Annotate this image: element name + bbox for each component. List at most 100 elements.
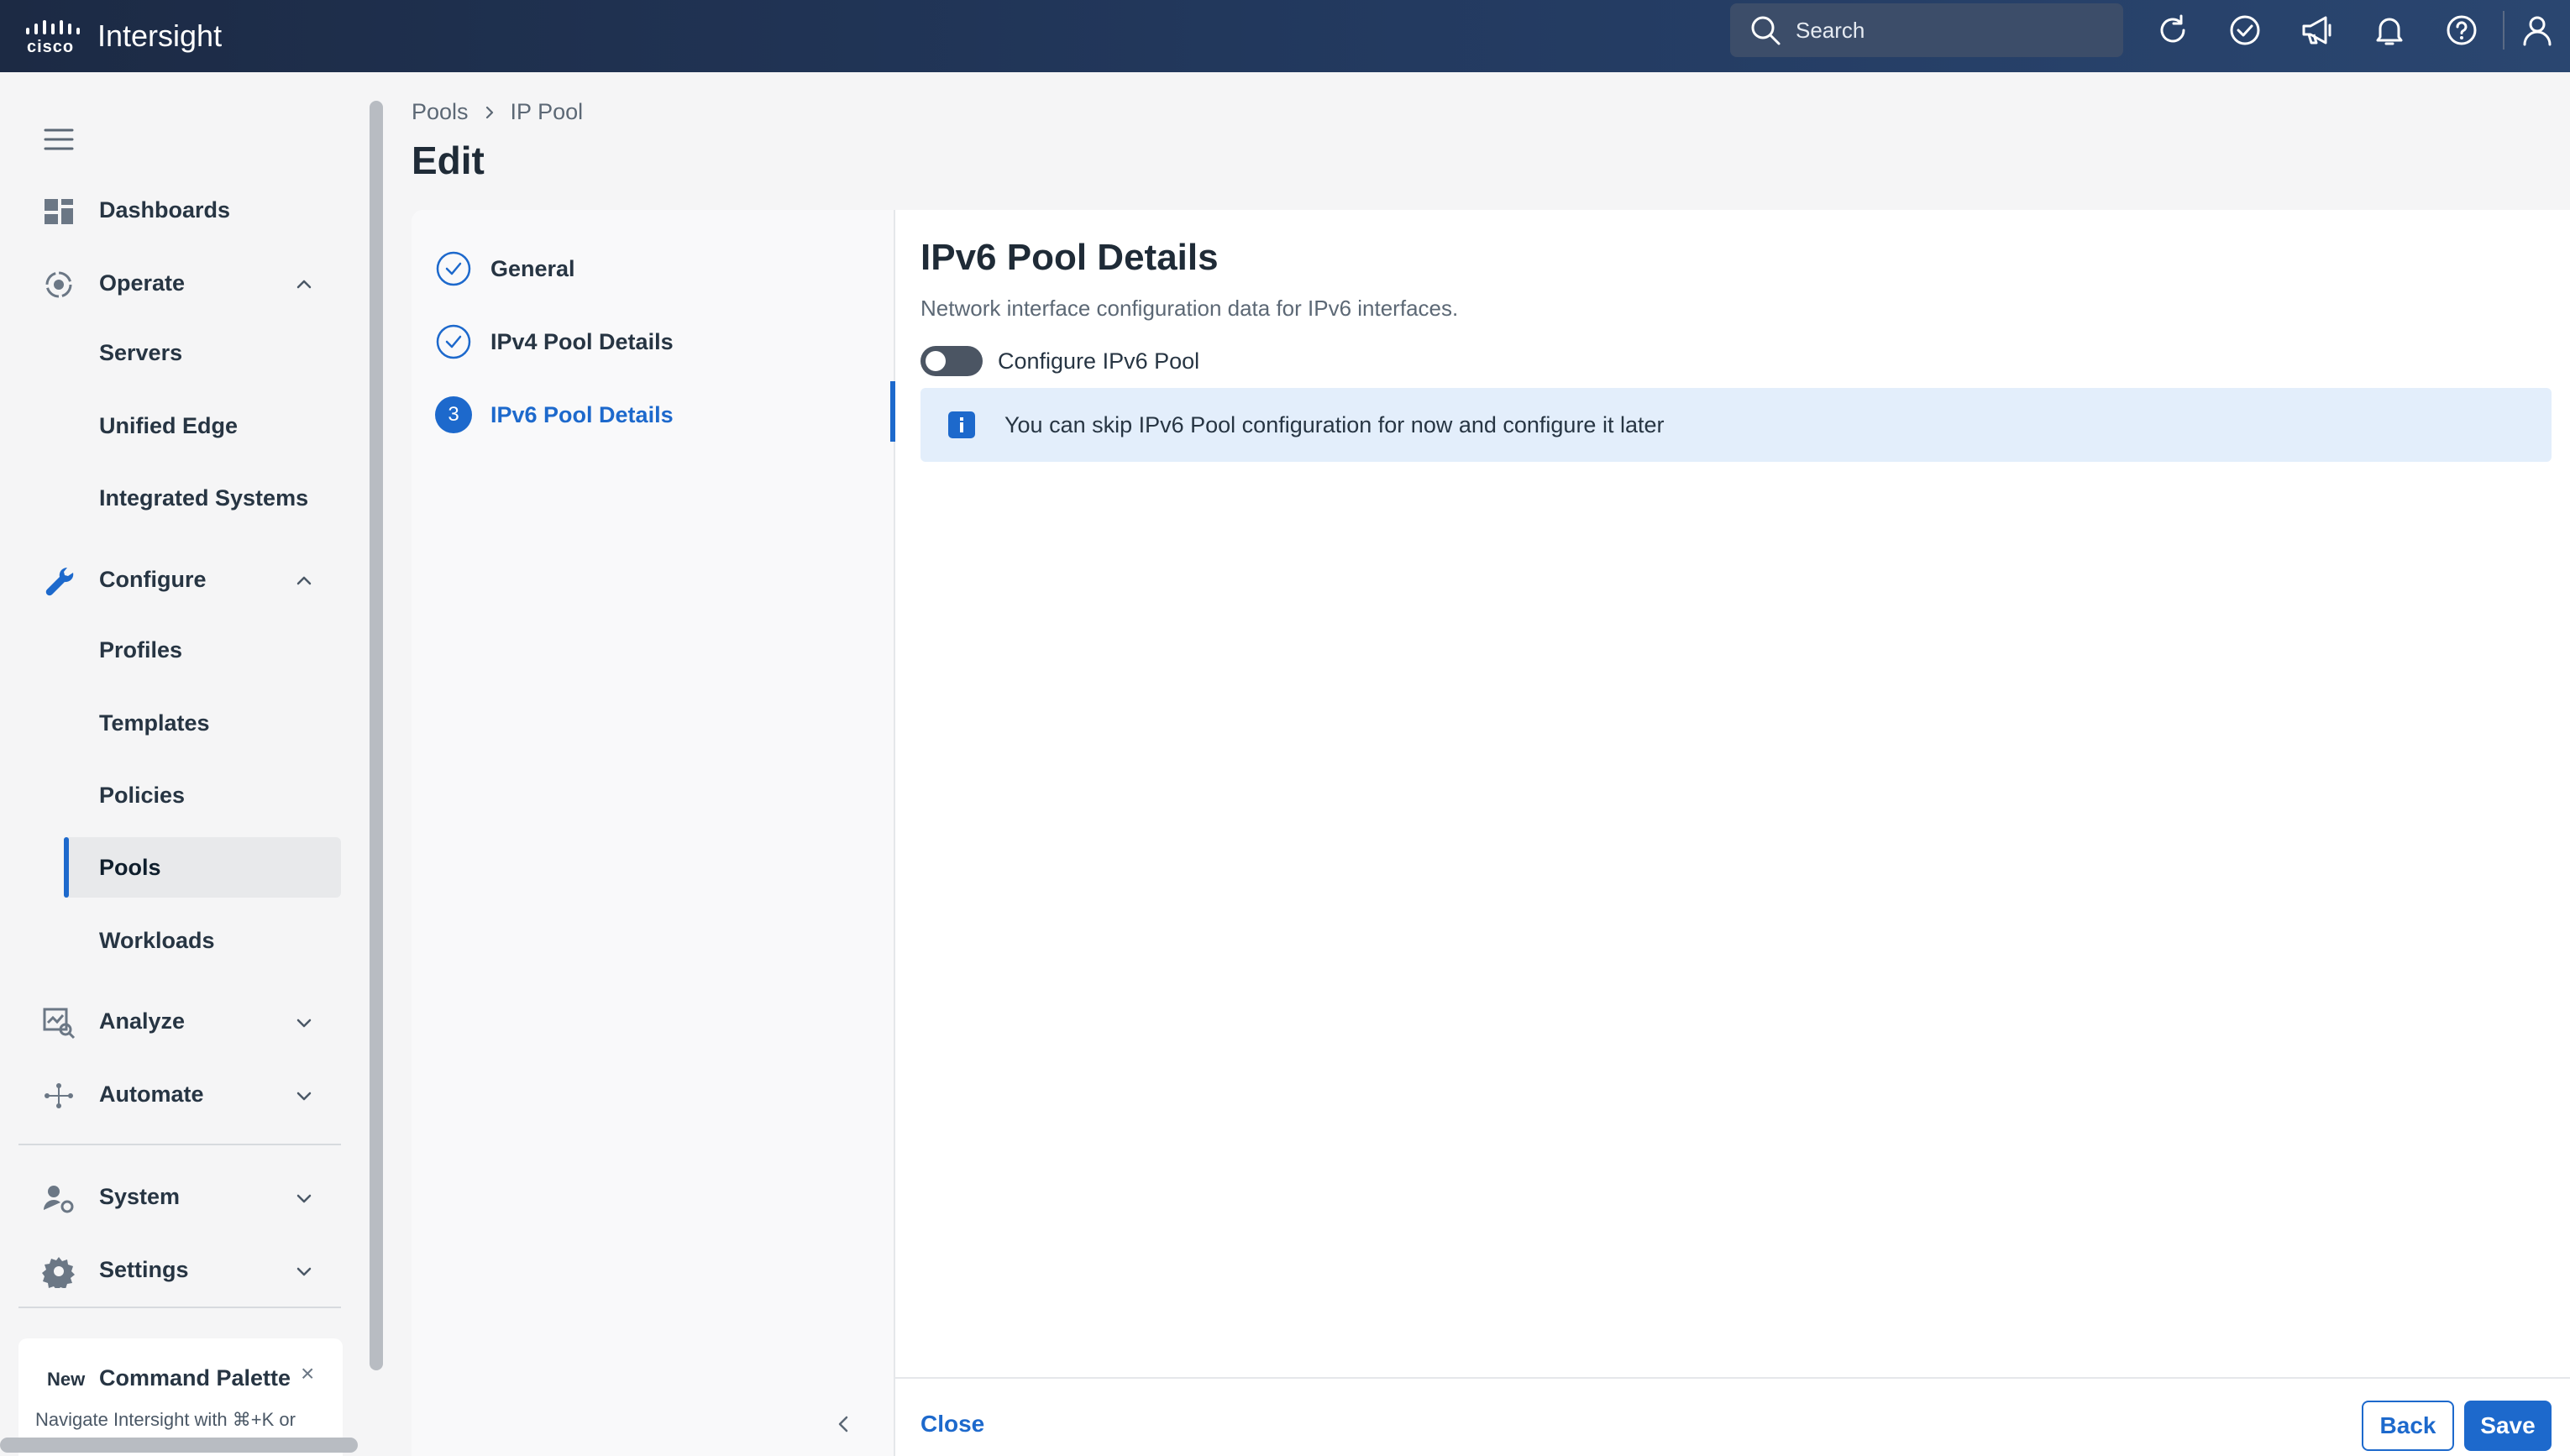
sidebar-item-label: Profiles	[99, 636, 183, 663]
sidebar-item-profiles[interactable]: Profiles	[64, 620, 341, 680]
brand[interactable]: cisco Intersight	[25, 12, 222, 60]
new-badge: New	[47, 1369, 86, 1390]
step-ipv6-pool-details[interactable]: 3 IPv6 Pool Details	[435, 395, 674, 435]
sidebar-item-label: Unified Edge	[99, 412, 239, 438]
sidebar-item-label: Dashboards	[99, 196, 231, 223]
gear-icon	[42, 1257, 75, 1288]
top-bar: cisco Intersight	[0, 0, 2570, 72]
sidebar-item-label: Servers	[99, 339, 183, 365]
back-button[interactable]: Back	[2362, 1401, 2454, 1451]
chevron-up-icon[interactable]	[294, 571, 314, 591]
chevron-up-icon[interactable]	[294, 275, 314, 295]
chevron-down-icon[interactable]	[294, 1188, 314, 1208]
configure-ipv6-toggle-row: Configure IPv6 Pool	[920, 346, 1199, 376]
sidebar-item-templates[interactable]: Templates	[64, 693, 341, 753]
step-number: 3	[435, 396, 472, 433]
sidebar-item-automate[interactable]: Automate	[0, 1067, 344, 1121]
chevron-down-icon[interactable]	[294, 1013, 314, 1033]
sidebar-item-label: Pools	[99, 854, 161, 880]
breadcrumb-pools[interactable]: Pools	[412, 99, 469, 125]
sidebar-divider	[18, 1307, 341, 1308]
sidebar-item-integrated-systems[interactable]: Integrated Systems	[64, 468, 341, 528]
save-button[interactable]: Save	[2464, 1401, 2552, 1451]
cisco-logo: cisco	[25, 16, 86, 56]
sidebar-item-label: Configure	[99, 566, 207, 592]
help-icon[interactable]	[2436, 10, 2488, 50]
configure-ipv6-toggle[interactable]	[920, 346, 983, 376]
command-palette-title: Command Palette	[99, 1365, 291, 1391]
system-icon	[43, 1186, 74, 1213]
sidebar-item-label: Analyze	[99, 1008, 186, 1034]
hamburger-menu-icon[interactable]	[42, 123, 76, 156]
toggle-label: Configure IPv6 Pool	[998, 348, 1200, 374]
analyze-icon	[43, 1008, 76, 1040]
search-box[interactable]	[1730, 3, 2123, 57]
sidebar: Dashboards Operate Servers Unified Edge …	[0, 72, 383, 1456]
sidebar-item-label: Templates	[99, 710, 210, 736]
user-icon[interactable]	[2511, 10, 2563, 50]
sidebar-item-label: Automate	[99, 1081, 204, 1107]
wizard-content: IPv6 Pool Details Network interface conf…	[895, 210, 2570, 1456]
sidebar-divider	[18, 1144, 341, 1145]
close-button[interactable]: Close	[920, 1411, 984, 1438]
toggle-knob	[926, 351, 946, 371]
step-general[interactable]: General	[435, 249, 575, 289]
bell-icon[interactable]	[2363, 10, 2415, 50]
close-icon[interactable]: ×	[301, 1360, 314, 1387]
wrench-icon	[45, 567, 74, 596]
operate-icon	[45, 271, 72, 298]
sidebar-item-servers[interactable]: Servers	[64, 322, 341, 383]
command-palette-description: Navigate Intersight with ⌘+K or	[35, 1409, 296, 1430]
automate-icon	[45, 1083, 73, 1108]
page-title: Edit	[412, 139, 485, 182]
chevron-right-icon	[485, 106, 493, 118]
chevron-left-icon[interactable]	[833, 1411, 853, 1438]
sidebar-item-analyze[interactable]: Analyze	[0, 994, 344, 1048]
sidebar-item-label: Settings	[99, 1256, 189, 1282]
cisco-bars-icon	[26, 20, 80, 34]
sidebar-item-workloads[interactable]: Workloads	[64, 910, 341, 971]
chevron-down-icon[interactable]	[294, 1261, 314, 1281]
sidebar-item-label: Integrated Systems	[99, 484, 309, 511]
sidebar-item-policies[interactable]: Policies	[64, 765, 341, 825]
wizard-footer: Close Back Save	[895, 1377, 2570, 1456]
breadcrumb: Pools IP Pool	[412, 99, 583, 125]
toolbar-separator	[2503, 11, 2504, 50]
sidebar-item-label: System	[99, 1183, 181, 1209]
dashboard-icon	[45, 199, 73, 224]
cisco-wordmark: cisco	[27, 38, 75, 56]
check-circle-icon[interactable]	[2219, 10, 2271, 50]
chevron-down-icon[interactable]	[294, 1086, 314, 1106]
sidebar-item-dashboards[interactable]: Dashboards	[0, 183, 344, 237]
horizontal-scrollbar[interactable]	[0, 1438, 358, 1453]
info-icon	[948, 411, 975, 438]
info-message: You can skip IPv6 Pool configuration for…	[1004, 411, 1665, 437]
wizard-card: General IPv4 Pool Details 3 IPv6 Pool De…	[412, 210, 2570, 1456]
sidebar-scrollbar[interactable]	[370, 101, 383, 1370]
check-circle-icon	[436, 324, 471, 359]
info-banner: You can skip IPv6 Pool configuration for…	[920, 388, 2552, 462]
section-title: IPv6 Pool Details	[920, 237, 1219, 278]
sidebar-item-label: Workloads	[99, 927, 215, 953]
sidebar-item-settings[interactable]: Settings	[0, 1243, 344, 1296]
sidebar-item-system[interactable]: System	[0, 1170, 344, 1223]
megaphone-icon[interactable]	[2291, 10, 2343, 50]
step-ipv4-pool-details[interactable]: IPv4 Pool Details	[435, 322, 674, 362]
sidebar-item-label: Policies	[99, 782, 186, 808]
step-label: IPv4 Pool Details	[490, 328, 674, 354]
sidebar-item-configure[interactable]: Configure	[0, 553, 344, 606]
step-label: IPv6 Pool Details	[490, 401, 674, 427]
sidebar-item-operate[interactable]: Operate	[0, 256, 344, 310]
top-icons	[2147, 10, 2570, 50]
breadcrumb-ip-pool[interactable]: IP Pool	[511, 99, 584, 125]
wizard-steps: General IPv4 Pool Details 3 IPv6 Pool De…	[412, 210, 895, 1456]
section-description: Network interface configuration data for…	[920, 296, 1459, 321]
step-label: General	[490, 255, 575, 281]
sidebar-item-unified-edge[interactable]: Unified Edge	[64, 395, 341, 456]
sidebar-item-label: Operate	[99, 270, 186, 296]
check-circle-icon	[436, 251, 471, 286]
sidebar-item-pools[interactable]: Pools	[64, 837, 341, 898]
search-input[interactable]	[1796, 17, 2115, 44]
refresh-icon[interactable]	[2147, 10, 2199, 50]
search-icon	[1751, 16, 1781, 45]
